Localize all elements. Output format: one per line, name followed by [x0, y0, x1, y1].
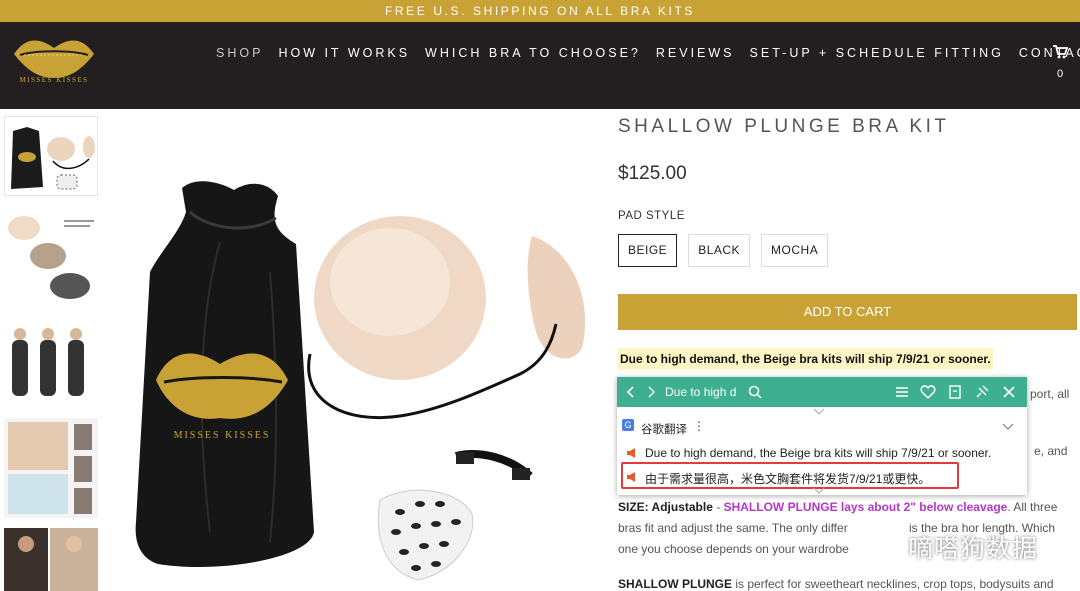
- size-dash: -: [712, 500, 724, 514]
- product-title: SHALLOW PLUNGE BRA KIT: [618, 116, 950, 137]
- logo-text: MISSES KISSES: [19, 76, 89, 84]
- cart-count: 0: [1057, 68, 1064, 80]
- promo-banner: FREE U.S. SHIPPING ON ALL BRA KITS: [0, 0, 1080, 22]
- shopping-cart-icon[interactable]: [1052, 44, 1068, 60]
- thumbnail-4[interactable]: [4, 418, 98, 518]
- size-description: SIZE: Adjustable - SHALLOW PLUNGE lays a…: [618, 500, 1057, 514]
- thumbnail-2[interactable]: [4, 212, 98, 304]
- translation-highlight: [621, 462, 959, 489]
- thumbnail-1[interactable]: [4, 116, 98, 196]
- option-black[interactable]: BLACK: [688, 234, 751, 267]
- original-text: Due to high demand, the Beige bra kits w…: [645, 446, 992, 460]
- nav-contact[interactable]: CONTACT: [1019, 46, 1080, 60]
- pin-icon[interactable]: [974, 384, 990, 400]
- close-icon[interactable]: [1001, 384, 1017, 400]
- nav-setup-fitting[interactable]: SET-UP + SCHEDULE FITTING: [750, 46, 1004, 60]
- translation-popup: Due to high d G 谷歌翻译 ⋮ Due to high deman…: [617, 377, 1027, 495]
- pad-style-label: PAD STYLE: [618, 210, 685, 222]
- svg-text:MISSES KISSES: MISSES KISSES: [174, 430, 271, 441]
- chevron-down-icon[interactable]: [1002, 423, 1014, 430]
- desc-fragment-1: port, all: [1030, 387, 1070, 401]
- shallow-plunge-text: is perfect for sweetheart necklines, cro…: [732, 577, 1054, 591]
- speaker-icon[interactable]: [627, 448, 637, 458]
- add-to-cart-button[interactable]: ADD TO CART: [618, 294, 1077, 330]
- size-tail: . All three: [1007, 500, 1058, 514]
- bookmark-icon[interactable]: [947, 384, 963, 400]
- popup-query-input[interactable]: Due to high d: [665, 385, 736, 399]
- collapse-chevron-icon[interactable]: [813, 408, 825, 415]
- thumbnail-3[interactable]: [4, 320, 98, 410]
- nav-reviews[interactable]: REVIEWS: [656, 46, 735, 60]
- translation-source: 谷歌翻译: [641, 424, 687, 436]
- size-link[interactable]: SHALLOW PLUNGE lays about 2" below cleav…: [724, 500, 1008, 514]
- favorite-heart-icon[interactable]: [920, 384, 936, 400]
- shallow-plunge-description: SHALLOW PLUNGE is perfect for sweetheart…: [618, 577, 1054, 591]
- option-beige[interactable]: BEIGE: [618, 234, 678, 267]
- size-label: SIZE: Adjustable: [618, 500, 713, 514]
- forward-icon[interactable]: [643, 384, 659, 400]
- desc-line-2-start: bras fit and adjust the same. The only d…: [618, 521, 848, 535]
- desc-line-3: one you choose depends on your wardrobe: [618, 542, 849, 556]
- main-product-image[interactable]: MISSES KISSES: [100, 112, 600, 591]
- shipping-notice: Due to high demand, the Beige bra kits w…: [618, 348, 993, 370]
- option-mocha[interactable]: MOCHA: [761, 234, 829, 267]
- main-nav: SHOP HOW IT WORKS WHICH BRA TO CHOOSE? R…: [216, 46, 1080, 60]
- google-translate-icon: G: [622, 419, 634, 431]
- search-icon[interactable]: [747, 384, 763, 400]
- nav-how-it-works[interactable]: HOW IT WORKS: [278, 46, 410, 60]
- wechat-logo-icon: [870, 532, 904, 557]
- popup-toolbar: Due to high d: [617, 377, 1027, 407]
- thumbnail-5[interactable]: [4, 528, 98, 591]
- nav-shop[interactable]: SHOP: [216, 46, 263, 60]
- more-options-icon[interactable]: ⋮: [693, 419, 705, 433]
- desc-fragment-2: e, and: [1034, 444, 1068, 458]
- back-icon[interactable]: [623, 384, 639, 400]
- site-header: MISSES KISSES SHOP HOW IT WORKS WHICH BR…: [0, 22, 1080, 109]
- product-price: $125.00: [618, 163, 687, 184]
- pad-style-options: BEIGE BLACK MOCHA: [618, 234, 839, 267]
- shallow-plunge-label: SHALLOW PLUNGE: [618, 577, 732, 591]
- expand-chevron-icon[interactable]: [813, 487, 825, 494]
- menu-icon[interactable]: [894, 384, 910, 400]
- nav-which-bra[interactable]: WHICH BRA TO CHOOSE?: [425, 46, 641, 60]
- watermark-text: 嘀嗒狗数据: [908, 535, 1039, 563]
